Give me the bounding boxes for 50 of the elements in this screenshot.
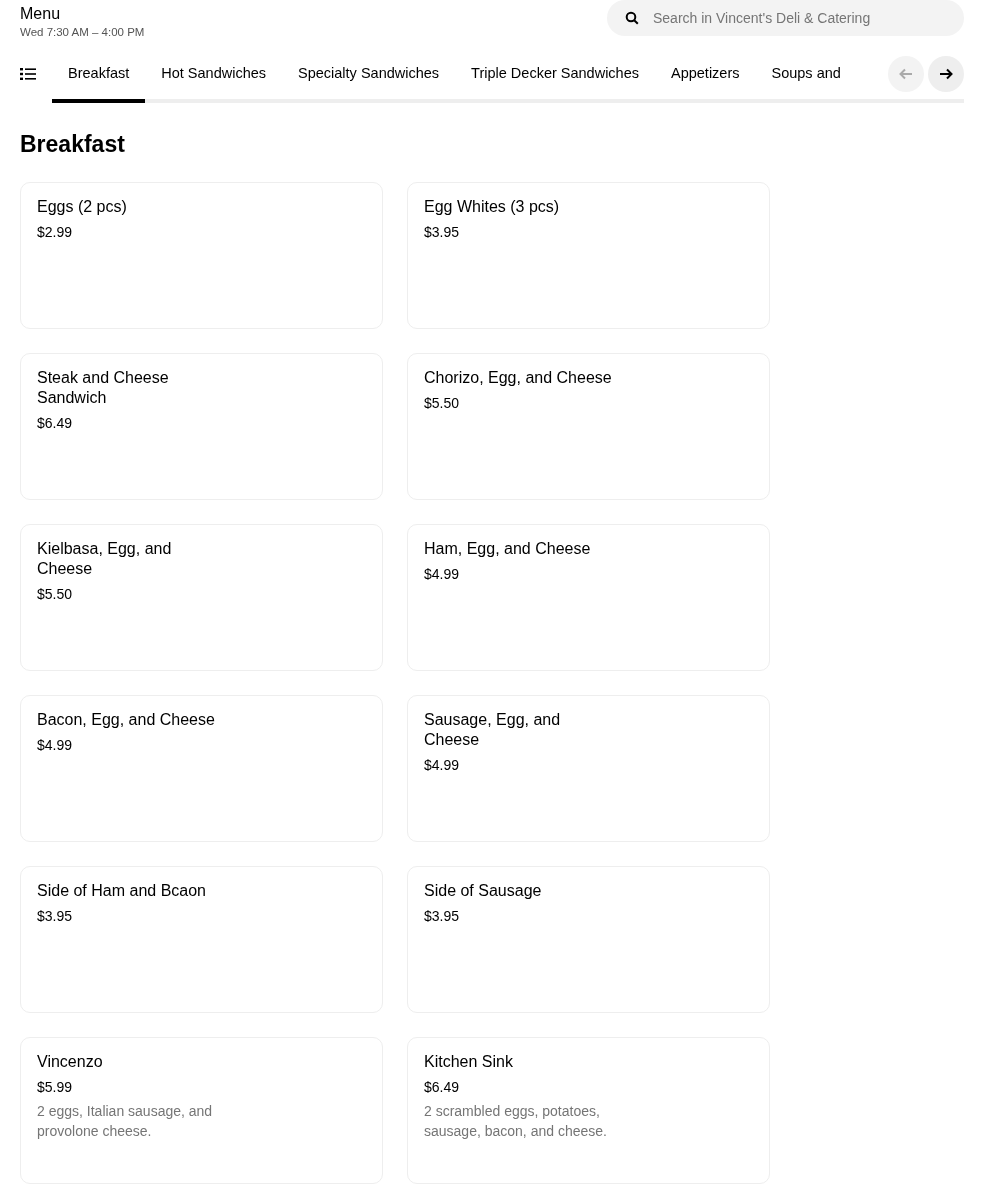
menu-item-card[interactable]: Sausage, Egg, and Cheese $4.99	[407, 694, 770, 842]
item-name: Kitchen Sink	[424, 1051, 514, 1072]
item-price: $3.95	[37, 906, 74, 926]
next-button[interactable]	[928, 56, 964, 93]
category-tab[interactable]: Hot Sandwiches	[145, 45, 283, 104]
category-tab[interactable]: Triple Decker Sandwiches	[455, 45, 655, 104]
item-name: Vincenzo	[37, 1051, 104, 1072]
category-tab[interactable]: Specialty Sandwiches	[282, 45, 456, 104]
menu-item-card[interactable]: Egg Whites (3 pcs) $3.95	[407, 181, 770, 329]
item-price: $5.99	[37, 1077, 74, 1097]
menu-item-card[interactable]: Kielbasa, Egg, and Cheese $5.50	[20, 523, 383, 671]
item-name: Bacon, Egg, and Cheese	[37, 709, 216, 730]
menu-item-card[interactable]: Side of Ham and Bcaon $3.95	[20, 865, 383, 1013]
item-name: Sausage, Egg, and Cheese	[424, 709, 562, 750]
item-price: $4.99	[424, 564, 461, 584]
item-price: $3.95	[424, 906, 461, 926]
menu-item-card[interactable]: Steak and Cheese Sandwich $6.49	[20, 352, 383, 500]
item-name: Ham, Egg, and Cheese	[424, 538, 592, 559]
item-description: 2 eggs, Italian sausage, and provolone cheese.	[37, 1101, 214, 1141]
menu-item-card[interactable]: Eggs (2 pcs) $2.99	[20, 181, 383, 329]
item-price: $5.50	[424, 393, 461, 413]
category-tab[interactable]: Breakfast	[52, 45, 146, 104]
store-hours: Wed 7:30 AM – 4:00 PM	[20, 25, 145, 40]
item-price: $5.50	[37, 584, 74, 604]
menu-item-card[interactable]: Chorizo, Egg, and Cheese $5.50	[407, 352, 770, 500]
item-name: Egg Whites (3 pcs)	[424, 196, 561, 217]
item-price: $3.95	[424, 222, 461, 242]
item-name: Chorizo, Egg, and Cheese	[424, 367, 613, 388]
item-price: $2.99	[37, 222, 74, 242]
item-name: Kielbasa, Egg, and Cheese	[37, 538, 173, 579]
item-price: $6.49	[37, 413, 74, 433]
category-tab[interactable]: Soups and	[755, 45, 857, 104]
item-name: Eggs (2 pcs)	[37, 196, 128, 217]
section-title: Breakfast	[20, 130, 126, 160]
list-icon[interactable]	[20, 67, 36, 82]
item-description: 2 scrambled eggs, potatoes, sausage, bacon, and cheese.	[424, 1101, 608, 1141]
item-name: Side of Ham and Bcaon	[37, 880, 207, 901]
item-name: Steak and Cheese Sandwich	[37, 367, 170, 408]
menu-title: Menu	[20, 4, 62, 24]
menu-item-card[interactable]: Bacon, Egg, and Cheese $4.99	[20, 694, 383, 842]
menu-item-card[interactable]: Kitchen Sink $6.49 2 scrambled eggs, potatoes, sausage, bacon, and cheese.	[407, 1036, 770, 1184]
category-tab[interactable]: Appetizers	[655, 45, 756, 104]
item-price: $4.99	[37, 735, 74, 755]
menu-item-card[interactable]: Vincenzo $5.99 2 eggs, Italian sausage, and provolone cheese.	[20, 1036, 383, 1184]
item-price: $4.99	[424, 755, 461, 775]
item-name: Side of Sausage	[424, 880, 543, 901]
menu-item-card[interactable]: Side of Sausage $3.95	[407, 865, 770, 1013]
search-field[interactable]: Search in Vincent's Deli & Catering	[607, 0, 964, 36]
menu-item-card[interactable]: Ham, Egg, and Cheese $4.99	[407, 523, 770, 671]
item-price: $6.49	[424, 1077, 461, 1097]
